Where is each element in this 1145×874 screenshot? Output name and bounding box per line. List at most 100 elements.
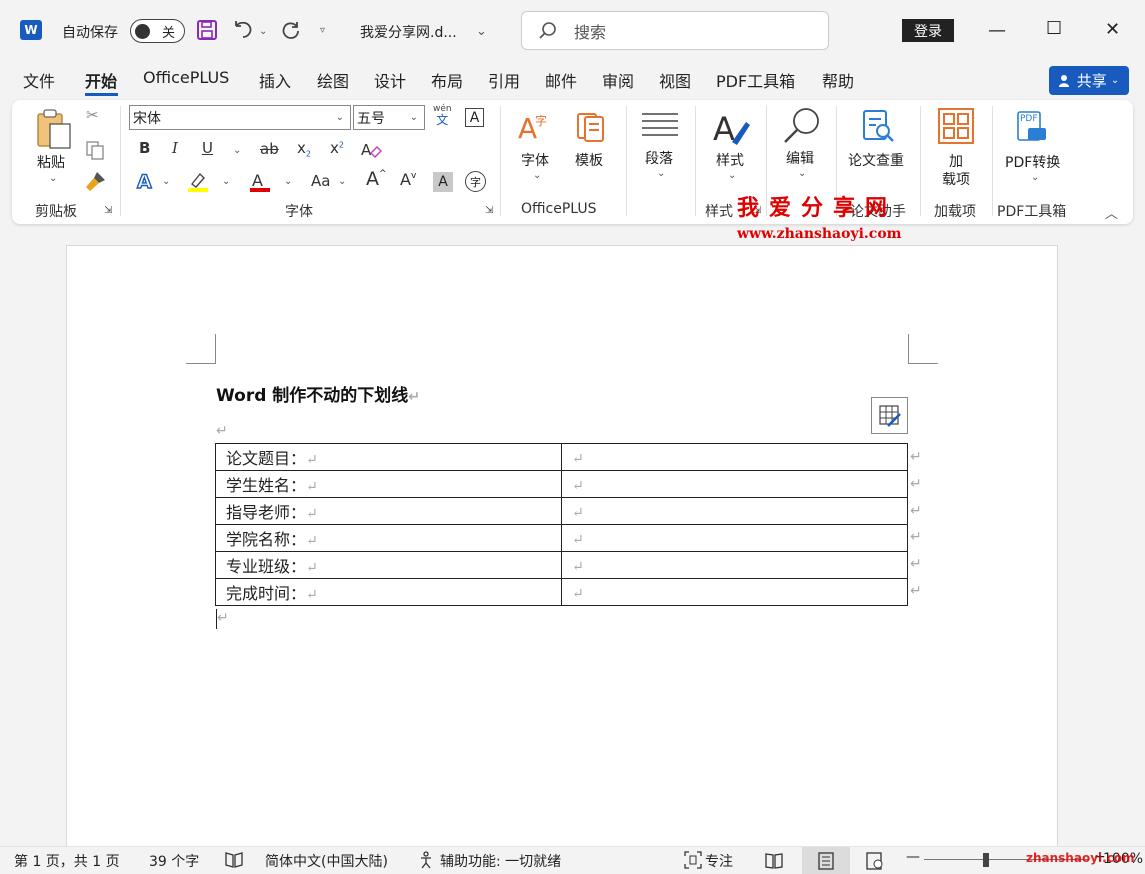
officeplus-font-label[interactable]: 字体 xyxy=(521,150,549,170)
maximize-button[interactable]: ☐ xyxy=(1046,20,1062,38)
paragraph-icon[interactable] xyxy=(642,111,678,143)
accessibility-status[interactable]: 辅助功能: 一切就绪 xyxy=(440,851,561,871)
template-icon[interactable] xyxy=(574,110,608,148)
underline-button[interactable]: U xyxy=(202,141,213,156)
redo-icon[interactable] xyxy=(279,18,303,46)
word-count[interactable]: 39 个字 xyxy=(149,851,199,871)
styles-chevron-icon[interactable]: ⌄ xyxy=(728,170,736,181)
tab-review[interactable]: 审阅 xyxy=(602,68,634,92)
shrink-font-button[interactable]: Av xyxy=(400,172,416,188)
character-shading-icon[interactable]: A xyxy=(433,172,453,192)
paste-icon[interactable] xyxy=(35,108,73,154)
table-cell[interactable]: ↵ xyxy=(561,443,908,471)
table-cell[interactable]: ↵ xyxy=(561,578,908,606)
tab-insert[interactable]: 插入 xyxy=(259,68,291,92)
addins-icon[interactable] xyxy=(938,108,974,148)
paragraph-chevron-icon[interactable]: ⌄ xyxy=(657,168,665,179)
title-chevron-down-icon[interactable]: ⌄ xyxy=(476,24,487,39)
text-effects-icon[interactable]: A xyxy=(136,170,156,196)
grow-font-button[interactable]: A^ xyxy=(366,170,387,189)
styles-icon[interactable]: A xyxy=(712,108,752,152)
read-mode-button[interactable] xyxy=(754,847,794,874)
change-case-chevron-icon[interactable]: ⌄ xyxy=(338,176,346,187)
phonetic-guide-icon[interactable]: wén 文 xyxy=(433,105,452,127)
highlight-icon[interactable] xyxy=(186,170,210,198)
change-case-button[interactable]: Aa xyxy=(311,174,330,189)
zoom-out-button[interactable]: — xyxy=(906,849,920,865)
addins-label-line2[interactable]: 载项 xyxy=(942,169,970,189)
enclose-characters-icon[interactable]: 字 xyxy=(465,171,486,192)
close-button[interactable]: ✕ xyxy=(1105,21,1120,39)
table-cell[interactable]: ↵ xyxy=(561,551,908,579)
document-title[interactable]: 我爱分享网.d... xyxy=(360,22,457,42)
font-name-combo[interactable]: 宋体 ⌄ xyxy=(129,105,351,130)
search-box[interactable]: 搜索 xyxy=(521,11,829,50)
officeplus-font-icon[interactable]: A字 xyxy=(518,110,552,148)
editing-label[interactable]: 编辑 xyxy=(786,148,814,168)
font-launcher-icon[interactable]: ⇲ xyxy=(485,205,493,216)
table-cell[interactable]: 专业班级：↵ xyxy=(215,551,562,579)
format-painter-icon[interactable] xyxy=(85,170,107,196)
tab-view[interactable]: 视图 xyxy=(659,68,691,92)
tab-design[interactable]: 设计 xyxy=(374,68,406,92)
subscript-button[interactable]: x2 xyxy=(297,141,311,159)
paper-check-label[interactable]: 论文查重 xyxy=(848,150,904,170)
tab-layout[interactable]: 布局 xyxy=(431,68,463,92)
login-button[interactable]: 登录 xyxy=(902,19,954,42)
page-count[interactable]: 第 1 页，共 1 页 xyxy=(14,851,120,871)
save-icon[interactable] xyxy=(196,19,218,41)
underline-chevron-icon[interactable]: ⌄ xyxy=(233,145,241,156)
tab-mailings[interactable]: 邮件 xyxy=(545,68,577,92)
collapse-ribbon-icon[interactable]: ︿ xyxy=(1105,203,1118,222)
minimize-button[interactable]: — xyxy=(988,22,1006,40)
text-effects-chevron-icon[interactable]: ⌄ xyxy=(162,176,170,187)
print-layout-button[interactable] xyxy=(802,847,850,874)
copy-icon[interactable] xyxy=(85,140,105,164)
cut-icon[interactable]: ✂ xyxy=(86,108,99,123)
layout-options-button[interactable] xyxy=(871,397,908,434)
styles-label[interactable]: 样式 xyxy=(716,150,744,170)
tab-home[interactable]: 开始 xyxy=(85,68,117,92)
tab-file[interactable]: 文件 xyxy=(23,68,55,92)
addins-label-line1[interactable]: 加 xyxy=(949,151,963,171)
pdf-convert-chevron-icon[interactable]: ⌄ xyxy=(1031,172,1039,183)
proofing-icon[interactable] xyxy=(224,851,244,873)
table-cell[interactable]: ↵ xyxy=(561,524,908,552)
tab-references[interactable]: 引用 xyxy=(488,68,520,92)
undo-dropdown-icon[interactable]: ⌄ xyxy=(259,26,267,37)
table-cell[interactable]: ↵ xyxy=(561,470,908,498)
table-cell[interactable]: 学院名称：↵ xyxy=(215,524,562,552)
paragraph-label[interactable]: 段落 xyxy=(645,148,673,168)
undo-icon[interactable] xyxy=(231,18,255,46)
focus-icon[interactable] xyxy=(684,851,702,873)
paper-check-icon[interactable] xyxy=(860,108,896,148)
font-size-combo[interactable]: 五号 ⌄ xyxy=(353,105,425,130)
strikethrough-button[interactable]: ab xyxy=(260,142,279,157)
accessibility-icon[interactable] xyxy=(419,851,437,873)
table-cell[interactable]: 指导老师：↵ xyxy=(215,497,562,525)
tab-help[interactable]: 帮助 xyxy=(822,68,854,92)
clipboard-launcher-icon[interactable]: ⇲ xyxy=(104,205,112,216)
pdf-convert-label[interactable]: PDF转换 xyxy=(1005,152,1060,172)
focus-button[interactable]: 专注 xyxy=(705,851,733,871)
pdf-convert-icon[interactable]: PDF xyxy=(1016,110,1050,144)
web-layout-button[interactable] xyxy=(855,847,895,874)
zoom-slider-thumb[interactable] xyxy=(983,853,989,867)
superscript-button[interactable]: x2 xyxy=(330,141,344,156)
officeplus-font-chevron-icon[interactable]: ⌄ xyxy=(533,170,541,181)
document-heading[interactable]: Word 制作不动的下划线↵ xyxy=(216,381,420,406)
template-label[interactable]: 模板 xyxy=(575,150,603,170)
autosave-toggle[interactable]: 关 xyxy=(130,19,185,43)
clear-formatting-icon[interactable]: A xyxy=(360,139,382,165)
language-status[interactable]: 简体中文(中国大陆) xyxy=(265,851,388,871)
table-cell[interactable]: 学生姓名：↵ xyxy=(215,470,562,498)
tab-pdf-toolbox[interactable]: PDF工具箱 xyxy=(716,68,795,92)
table-cell[interactable]: 完成时间：↵ xyxy=(215,578,562,606)
find-icon[interactable] xyxy=(782,106,822,150)
editing-chevron-icon[interactable]: ⌄ xyxy=(798,168,806,179)
character-border-icon[interactable]: A xyxy=(465,108,484,127)
table-cell[interactable]: ↵ xyxy=(561,497,908,525)
italic-button[interactable]: I xyxy=(172,141,178,156)
share-button[interactable]: 共享 ⌄ xyxy=(1049,66,1129,95)
document-table[interactable]: 论文题目：↵ ↵ 学生姓名：↵ ↵ 指导老师：↵ ↵ 学院名称：↵ ↵ 专业班级… xyxy=(215,443,908,606)
